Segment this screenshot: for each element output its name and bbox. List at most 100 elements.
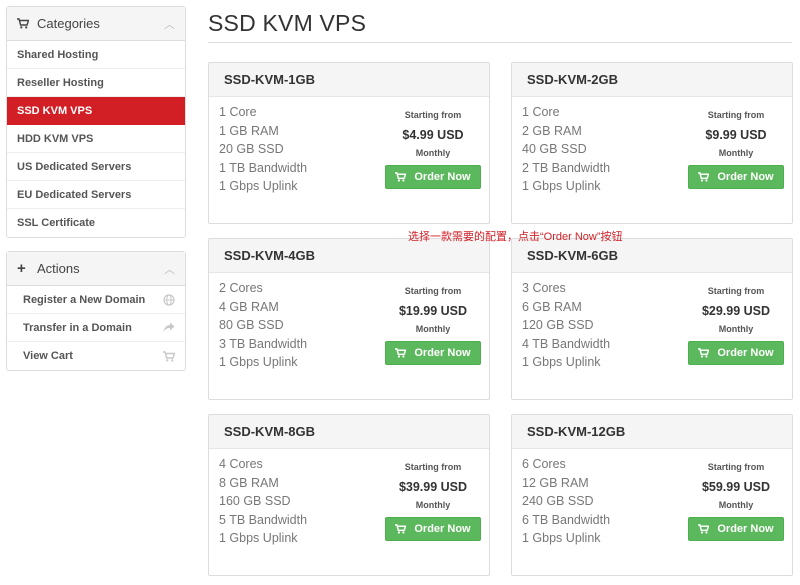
order-button-label: Order Now — [414, 523, 471, 535]
starting-from-label: Starting from — [404, 462, 462, 472]
spec-unit: SSD — [257, 142, 284, 157]
spec-value: 12 GB — [522, 475, 558, 490]
spec-unit: SSD — [567, 494, 594, 509]
spec-value: 2 GB — [522, 123, 551, 138]
spec-line: 1 Core — [522, 103, 610, 122]
sidebar-item-reseller-hosting[interactable]: Reseller Hosting — [7, 69, 185, 97]
sidebar-item-hdd-kvm-vps[interactable]: HDD KVM VPS — [7, 125, 185, 153]
categories-title: Categories — [37, 16, 100, 31]
spec-value: 1 Gbps — [219, 531, 260, 546]
billing-cycle: Monthly — [718, 500, 754, 510]
spec-value: 1 GB — [219, 123, 248, 138]
order-button-label: Order Now — [717, 523, 774, 535]
cart-icon — [698, 172, 713, 182]
product-specs: 1 Core 2 GB RAM 40 GB SSD 2 TB Bandwidth 1 G… — [522, 103, 610, 196]
spec-unit: Core — [532, 105, 560, 119]
spec-value: 160 GB — [219, 494, 262, 509]
categories-header[interactable]: Categories ︿ — [7, 7, 185, 41]
order-button-label: Order Now — [717, 347, 774, 359]
action-register-domain[interactable]: Register a New Domain — [7, 286, 185, 314]
spec-line: 4 GB RAM — [219, 298, 307, 317]
sidebar-item-us-dedicated-servers[interactable]: US Dedicated Servers — [7, 153, 185, 181]
globe-icon — [163, 293, 175, 306]
spec-unit: Uplink — [262, 179, 298, 194]
spec-value: 3 TB — [219, 336, 246, 351]
action-label: View Cart — [23, 350, 73, 362]
spec-value: 1 — [219, 105, 226, 119]
cart-icon — [698, 348, 713, 358]
product-specs: 4 Cores 8 GB RAM 160 GB SSD 5 TB Bandwidth 1… — [219, 455, 307, 548]
price-block: Starting from $59.99 USD Monthly Order Now — [688, 462, 784, 541]
spec-value: 20 GB — [219, 142, 255, 157]
spec-unit: Cores — [229, 281, 263, 295]
spec-line: 40 GB SSD — [522, 140, 610, 159]
sidebar-item-shared-hosting[interactable]: Shared Hosting — [7, 41, 185, 69]
chevron-up-icon[interactable]: ︿ — [164, 16, 175, 32]
plus-icon: + — [17, 260, 26, 277]
sidebar-item-ssl-certificate[interactable]: SSL Certificate — [7, 209, 185, 237]
spec-line: 6 Cores — [522, 455, 610, 474]
spec-unit: SSD — [257, 318, 284, 333]
spec-line: 160 GB SSD — [219, 492, 307, 511]
spec-line: 3 TB Bandwidth — [219, 335, 307, 354]
cart-icon — [163, 350, 175, 362]
price-block: Starting from $29.99 USD Monthly Order Now — [688, 286, 784, 365]
spec-unit: RAM — [250, 475, 279, 490]
cart-icon — [395, 348, 410, 358]
order-now-button[interactable]: Order Now — [688, 341, 784, 365]
sidebar-item-ssd-kvm-vps[interactable]: SSD KVM VPS — [7, 97, 185, 125]
action-label: Register a New Domain — [23, 293, 146, 306]
product-card: SSD-KVM-4GB 2 Cores 4 GB RAM 80 GB SSD 3 TB … — [208, 238, 490, 400]
spec-line: 4 TB Bandwidth — [522, 335, 610, 354]
order-now-button[interactable]: Order Now — [385, 517, 481, 541]
spec-unit: Uplink — [565, 179, 601, 194]
billing-cycle: Monthly — [415, 148, 451, 158]
spec-line: 1 TB Bandwidth — [219, 159, 307, 178]
spec-line: 2 Cores — [219, 279, 307, 298]
order-button-label: Order Now — [717, 171, 774, 183]
spec-line: 1 GB RAM — [219, 122, 307, 141]
spec-unit: Core — [229, 105, 257, 119]
spec-value: 2 — [219, 281, 226, 295]
order-now-button[interactable]: Order Now — [385, 165, 481, 189]
spec-value: 4 GB — [219, 299, 248, 314]
actions-title: Actions — [37, 261, 80, 276]
spec-value: 240 GB — [522, 494, 565, 509]
starting-from-label: Starting from — [707, 286, 765, 296]
actions-header[interactable]: + Actions ︿ — [7, 252, 185, 286]
spec-value: 5 TB — [219, 512, 246, 527]
spec-value: 3 — [522, 281, 529, 295]
order-now-button[interactable]: Order Now — [385, 341, 481, 365]
product-specs: 6 Cores 12 GB RAM 240 GB SSD 6 TB Bandwidth… — [522, 455, 610, 548]
spec-unit: Bandwidth — [551, 336, 611, 351]
spec-unit: Bandwidth — [248, 160, 308, 175]
billing-cycle: Monthly — [415, 324, 451, 334]
spec-line: 6 TB Bandwidth — [522, 511, 610, 530]
spec-line: 20 GB SSD — [219, 140, 307, 159]
spec-line: 240 GB SSD — [522, 492, 610, 511]
spec-line: 80 GB SSD — [219, 316, 307, 335]
action-transfer-domain[interactable]: Transfer in a Domain — [7, 314, 185, 342]
spec-value: 2 TB — [522, 160, 549, 175]
sidebar-item-eu-dedicated-servers[interactable]: EU Dedicated Servers — [7, 181, 185, 209]
spec-line: 1 Gbps Uplink — [219, 353, 307, 372]
spec-line: 120 GB SSD — [522, 316, 610, 335]
cart-icon — [17, 18, 31, 29]
categories-panel: Categories ︿ Shared Hosting Reseller Hos… — [6, 6, 186, 238]
starting-from-label: Starting from — [707, 110, 765, 120]
product-name: SSD-KVM-2GB — [512, 63, 792, 97]
spec-unit: RAM — [560, 475, 589, 490]
cart-icon — [395, 172, 410, 182]
billing-cycle: Monthly — [718, 324, 754, 334]
order-now-button[interactable]: Order Now — [688, 165, 784, 189]
order-now-button[interactable]: Order Now — [688, 517, 784, 541]
spec-line: 2 TB Bandwidth — [522, 159, 610, 178]
spec-unit: Bandwidth — [248, 336, 308, 351]
spec-value: 8 GB — [219, 475, 248, 490]
chevron-up-icon[interactable]: ︿ — [164, 261, 175, 277]
page-title: SSD KVM VPS — [208, 10, 367, 36]
spec-line: 5 TB Bandwidth — [219, 511, 307, 530]
product-name: SSD-KVM-1GB — [209, 63, 489, 97]
action-view-cart[interactable]: View Cart — [7, 342, 185, 370]
spec-value: 1 Gbps — [219, 179, 260, 194]
